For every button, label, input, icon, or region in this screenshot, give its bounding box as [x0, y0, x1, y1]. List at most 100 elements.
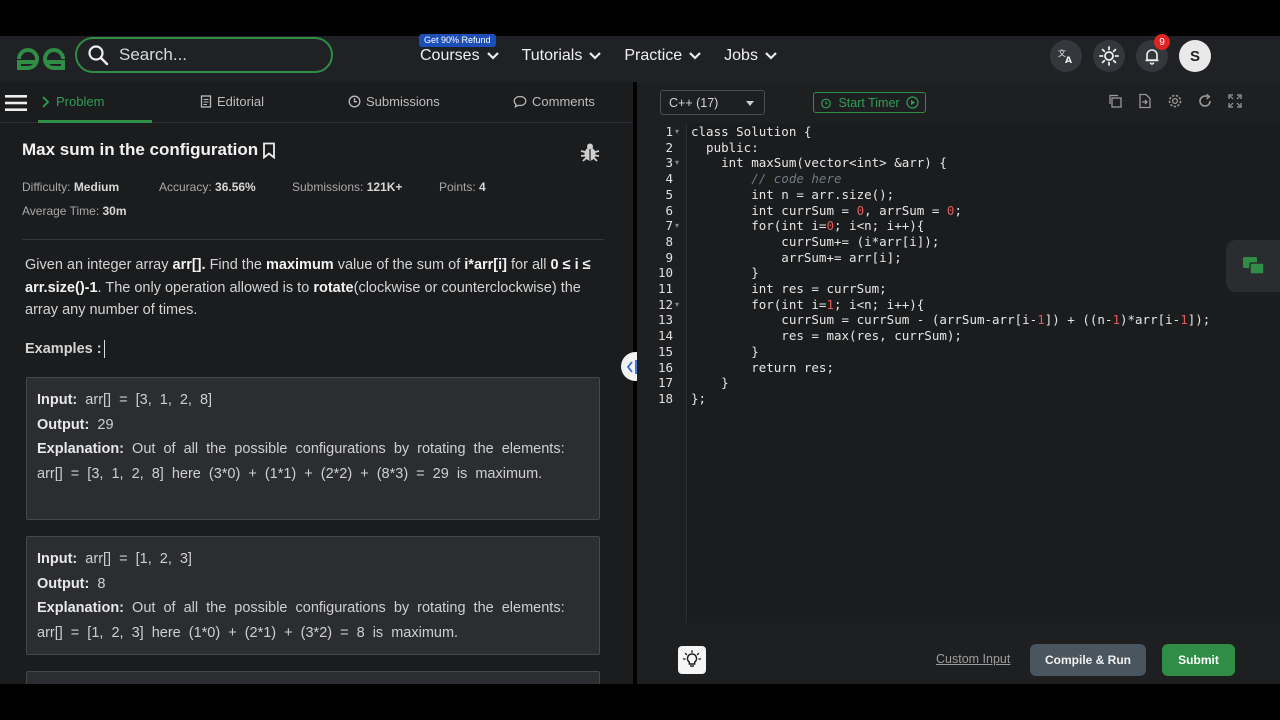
settings-gear-icon[interactable]	[1167, 93, 1183, 109]
example-input-row: Input: arr[] = [1, 2, 3]	[37, 547, 589, 572]
line-number: 5	[665, 186, 673, 202]
user-avatar[interactable]: S	[1179, 40, 1211, 72]
refund-badge: Get 90% Refund	[419, 34, 496, 47]
compile-run-button[interactable]: Compile & Run	[1030, 644, 1146, 676]
problem-tabs: Problem Editorial Submissions Comments	[0, 82, 633, 123]
tab-submissions[interactable]: Submissions	[348, 94, 440, 109]
examples-heading-text: Examples :	[25, 340, 102, 357]
code-editor[interactable]: class Solution { public: int maxSum(vect…	[687, 123, 1280, 623]
difficulty-meta: Difficulty: Medium	[22, 180, 119, 194]
code-line: int currSum = 0, arrSum = 0;	[691, 202, 962, 218]
line-number: 7	[665, 218, 673, 234]
accuracy-meta: Accuracy: 36.56%	[159, 180, 256, 194]
hint-button[interactable]	[678, 646, 706, 674]
copy-icon[interactable]	[1107, 93, 1123, 109]
code-line: return res;	[691, 359, 834, 375]
chat-icon	[1243, 257, 1265, 275]
bookmark-icon[interactable]	[262, 142, 276, 159]
custom-input-link[interactable]: Custom Input	[936, 652, 1010, 666]
example-output-row: Output: 8	[37, 572, 589, 597]
example-explanation-row: Explanation: Out of all the possible con…	[37, 596, 589, 645]
line-number: 12	[657, 296, 673, 312]
reset-icon[interactable]	[1197, 93, 1213, 109]
desc-expr: i*arr[i]	[464, 257, 507, 273]
explanation-label: Explanation:	[37, 441, 125, 457]
desc-text: for all	[507, 257, 551, 273]
tab-comments-label: Comments	[532, 94, 595, 109]
code-line: for(int i=0; i<n; i++){	[691, 218, 925, 234]
code-line: public:	[691, 139, 759, 155]
chevron-down-icon	[589, 52, 602, 60]
desc-max: maximum	[266, 257, 334, 273]
desc-text: value of the sum of	[333, 257, 465, 273]
menu-practice[interactable]: Practice	[624, 44, 702, 68]
line-number: 8	[665, 233, 673, 249]
main-menu: Get 90% Refund Courses Tutorials Practic…	[419, 34, 800, 68]
line-number: 16	[657, 359, 673, 375]
document-icon	[200, 95, 212, 108]
bug-report-icon[interactable]	[579, 141, 601, 163]
alarm-clock-icon	[821, 98, 832, 108]
active-tab-indicator	[38, 120, 152, 123]
fold-toggle-icon[interactable]: ▾	[675, 300, 679, 309]
gfg-logo-icon[interactable]	[15, 44, 67, 74]
tab-problem-label: Problem	[56, 94, 105, 109]
search-input[interactable]: Search...	[75, 37, 333, 73]
menu-courses-label: Courses	[420, 47, 480, 64]
desc-rotate: rotate	[313, 279, 354, 296]
top-navbar: Search... Get 90% Refund Courses Tutoria…	[0, 34, 1280, 82]
avg-time-label: Average Time:	[22, 204, 100, 218]
code-line: }	[691, 265, 759, 281]
line-number-gutter: 1 ▾ 2 3 ▾ 4 5 6 7 ▾ 8 9 10 11 12 ▾ 13 14 15 16 17 18	[637, 123, 687, 623]
input-value: arr[] = [1, 2, 3]	[85, 551, 192, 567]
language-select[interactable]: C++ (17)	[660, 90, 765, 115]
input-label: Input:	[37, 392, 78, 408]
input-label: Input:	[37, 551, 78, 567]
menu-courses[interactable]: Get 90% Refund Courses	[419, 34, 500, 68]
points-meta: Points: 4	[439, 180, 486, 194]
desc-text: Find the	[205, 257, 266, 273]
import-file-icon[interactable]	[1137, 93, 1153, 109]
menu-tutorials[interactable]: Tutorials	[522, 44, 603, 68]
line-number: 9	[665, 249, 673, 265]
line-number: 18	[657, 390, 673, 406]
tab-editorial-label: Editorial	[217, 94, 264, 109]
lightbulb-icon	[682, 650, 702, 667]
notifications-button[interactable]: 9	[1136, 34, 1170, 72]
menu-jobs[interactable]: Jobs	[724, 44, 778, 68]
hamburger-menu-icon[interactable]	[5, 94, 27, 112]
code-line: }	[691, 375, 729, 391]
chat-button[interactable]	[1226, 240, 1280, 292]
theme-toggle-button[interactable]	[1093, 40, 1125, 72]
start-timer-button[interactable]: Start Timer	[813, 92, 926, 113]
search-icon	[88, 45, 109, 66]
example-box-2: Input: arr[] = [1, 2, 3] Output: 8 Expla…	[26, 536, 600, 655]
chevron-down-icon	[765, 52, 777, 60]
editor-panel: C++ (17) Start Timer 1 ▾ 2 3 ▾ 4 5 6 7 ▾ 8 9 10 11 12 ▾…	[637, 82, 1280, 684]
submissions-value: 121K+	[366, 180, 403, 194]
translate-button[interactable]: 文 A	[1050, 40, 1082, 72]
tab-editorial[interactable]: Editorial	[200, 94, 264, 109]
tab-comments[interactable]: Comments	[513, 94, 595, 109]
code-line: }	[691, 343, 759, 359]
fold-toggle-icon[interactable]: ▾	[675, 158, 679, 167]
example-input-row: Input: arr[] = [3, 1, 2, 8]	[37, 388, 589, 413]
code-line: for(int i=1; i<n; i++){	[691, 296, 925, 312]
fullscreen-icon[interactable]	[1227, 93, 1243, 109]
line-number: 15	[657, 343, 673, 359]
desc-text: . The only operation allowed is to	[97, 279, 314, 296]
chevron-right-icon	[42, 95, 50, 108]
explanation-label: Explanation:	[37, 600, 125, 616]
fold-toggle-icon[interactable]: ▾	[675, 221, 679, 230]
submit-button[interactable]: Submit	[1162, 644, 1235, 676]
code-line: arrSum+= arr[i];	[691, 249, 902, 265]
line-number: 14	[657, 328, 673, 344]
editor-bottom-bar: Custom Input Compile & Run Submit	[637, 623, 1280, 684]
notification-count-badge: 9	[1154, 34, 1170, 50]
tab-problem[interactable]: Problem	[42, 94, 104, 109]
nav-actions: 文 A 9 S	[1050, 34, 1211, 72]
fold-toggle-icon[interactable]: ▾	[675, 127, 679, 136]
avg-time-value: 30m	[102, 204, 127, 218]
editor-actions	[1107, 93, 1243, 109]
code-line: // code here	[691, 171, 842, 187]
